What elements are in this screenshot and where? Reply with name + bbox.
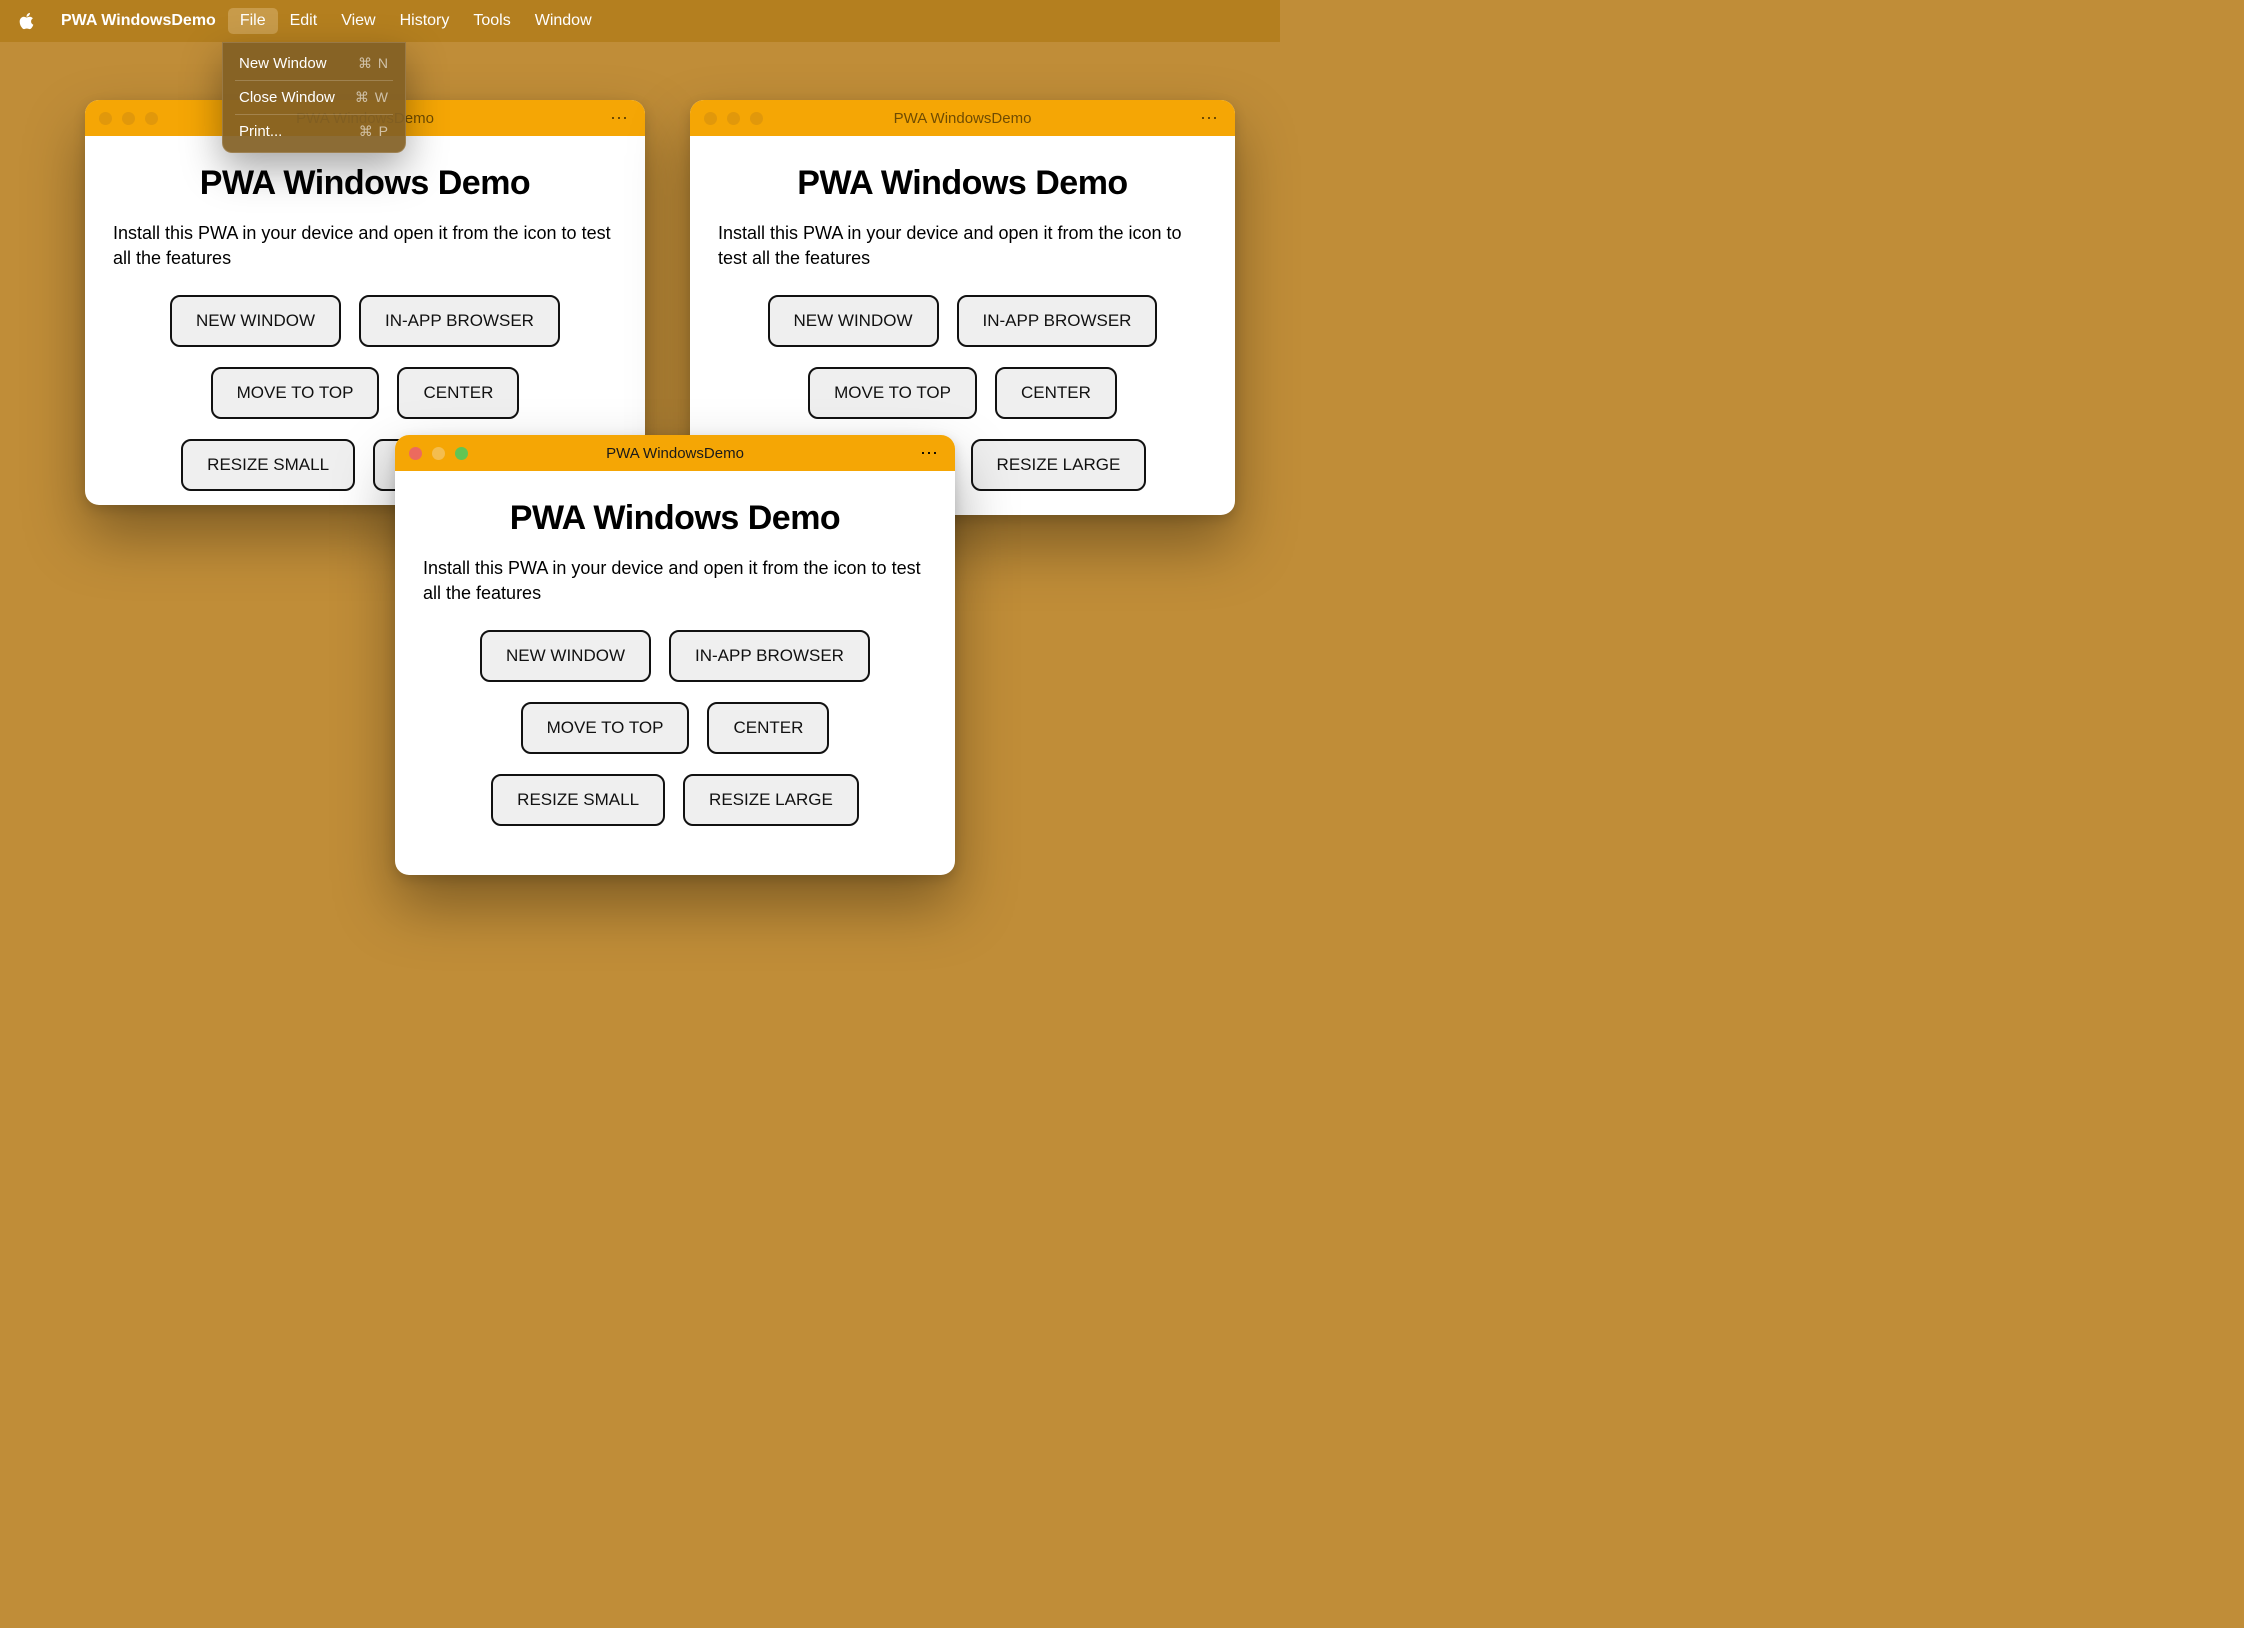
center-button[interactable]: CENTER bbox=[397, 367, 519, 419]
menu-item-shortcut: ⌘ P bbox=[359, 123, 389, 140]
file-menu-dropdown: New Window ⌘ N Close Window ⌘ W Print...… bbox=[222, 42, 406, 153]
menubar-app-name[interactable]: PWA WindowsDemo bbox=[49, 8, 228, 34]
move-to-top-button[interactable]: MOVE TO TOP bbox=[808, 367, 977, 419]
menubar-item-tools[interactable]: Tools bbox=[461, 8, 522, 34]
page-heading: PWA Windows Demo bbox=[423, 499, 927, 538]
close-icon[interactable] bbox=[409, 447, 422, 460]
menu-item-label: New Window bbox=[239, 55, 327, 72]
menu-item-shortcut: ⌘ W bbox=[355, 89, 389, 106]
maximize-icon[interactable] bbox=[455, 447, 468, 460]
center-button[interactable]: CENTER bbox=[995, 367, 1117, 419]
window-title: PWA WindowsDemo bbox=[395, 445, 955, 462]
menu-separator bbox=[235, 114, 393, 115]
page-description: Install this PWA in your device and open… bbox=[423, 556, 927, 606]
window-title: PWA WindowsDemo bbox=[690, 110, 1235, 127]
apple-logo-icon[interactable] bbox=[18, 11, 35, 31]
file-menu-close-window[interactable]: Close Window ⌘ W bbox=[229, 83, 399, 112]
window-content: PWA Windows Demo Install this PWA in you… bbox=[395, 471, 955, 856]
close-icon[interactable] bbox=[704, 112, 717, 125]
maximize-icon[interactable] bbox=[750, 112, 763, 125]
menu-item-shortcut: ⌘ N bbox=[358, 55, 389, 72]
traffic-lights bbox=[704, 112, 763, 125]
menu-item-label: Print... bbox=[239, 123, 282, 140]
resize-large-button[interactable]: RESIZE LARGE bbox=[971, 439, 1147, 491]
page-heading: PWA Windows Demo bbox=[113, 164, 617, 203]
in-app-browser-button[interactable]: IN-APP BROWSER bbox=[669, 630, 870, 682]
menubar-item-history[interactable]: History bbox=[388, 8, 462, 34]
more-icon[interactable]: ⋯ bbox=[920, 443, 939, 464]
system-menubar: PWA WindowsDemo File Edit View History T… bbox=[0, 0, 1280, 42]
menu-separator bbox=[235, 80, 393, 81]
menubar-item-view[interactable]: View bbox=[329, 8, 387, 34]
traffic-lights bbox=[409, 447, 468, 460]
menubar-item-edit[interactable]: Edit bbox=[278, 8, 330, 34]
more-icon[interactable]: ⋯ bbox=[610, 108, 629, 129]
traffic-lights bbox=[99, 112, 158, 125]
window-titlebar[interactable]: PWA WindowsDemo ⋯ bbox=[690, 100, 1235, 136]
menu-item-label: Close Window bbox=[239, 89, 335, 106]
more-icon[interactable]: ⋯ bbox=[1200, 108, 1219, 129]
button-grid: NEW WINDOW IN-APP BROWSER MOVE TO TOP CE… bbox=[423, 630, 927, 826]
menubar-item-window[interactable]: Window bbox=[523, 8, 604, 34]
file-menu-new-window[interactable]: New Window ⌘ N bbox=[229, 49, 399, 78]
move-to-top-button[interactable]: MOVE TO TOP bbox=[521, 702, 690, 754]
file-menu-print[interactable]: Print... ⌘ P bbox=[229, 117, 399, 146]
maximize-icon[interactable] bbox=[145, 112, 158, 125]
in-app-browser-button[interactable]: IN-APP BROWSER bbox=[359, 295, 560, 347]
resize-large-button[interactable]: RESIZE LARGE bbox=[683, 774, 859, 826]
close-icon[interactable] bbox=[99, 112, 112, 125]
page-description: Install this PWA in your device and open… bbox=[718, 221, 1207, 271]
minimize-icon[interactable] bbox=[727, 112, 740, 125]
new-window-button[interactable]: NEW WINDOW bbox=[480, 630, 651, 682]
window-titlebar[interactable]: PWA WindowsDemo ⋯ bbox=[395, 435, 955, 471]
menubar-item-file[interactable]: File bbox=[228, 8, 278, 34]
resize-small-button[interactable]: RESIZE SMALL bbox=[181, 439, 355, 491]
in-app-browser-button[interactable]: IN-APP BROWSER bbox=[957, 295, 1158, 347]
new-window-button[interactable]: NEW WINDOW bbox=[768, 295, 939, 347]
center-button[interactable]: CENTER bbox=[707, 702, 829, 754]
new-window-button[interactable]: NEW WINDOW bbox=[170, 295, 341, 347]
pwa-window-3[interactable]: PWA WindowsDemo ⋯ PWA Windows Demo Insta… bbox=[395, 435, 955, 875]
move-to-top-button[interactable]: MOVE TO TOP bbox=[211, 367, 380, 419]
minimize-icon[interactable] bbox=[122, 112, 135, 125]
page-heading: PWA Windows Demo bbox=[718, 164, 1207, 203]
resize-small-button[interactable]: RESIZE SMALL bbox=[491, 774, 665, 826]
page-description: Install this PWA in your device and open… bbox=[113, 221, 617, 271]
minimize-icon[interactable] bbox=[432, 447, 445, 460]
